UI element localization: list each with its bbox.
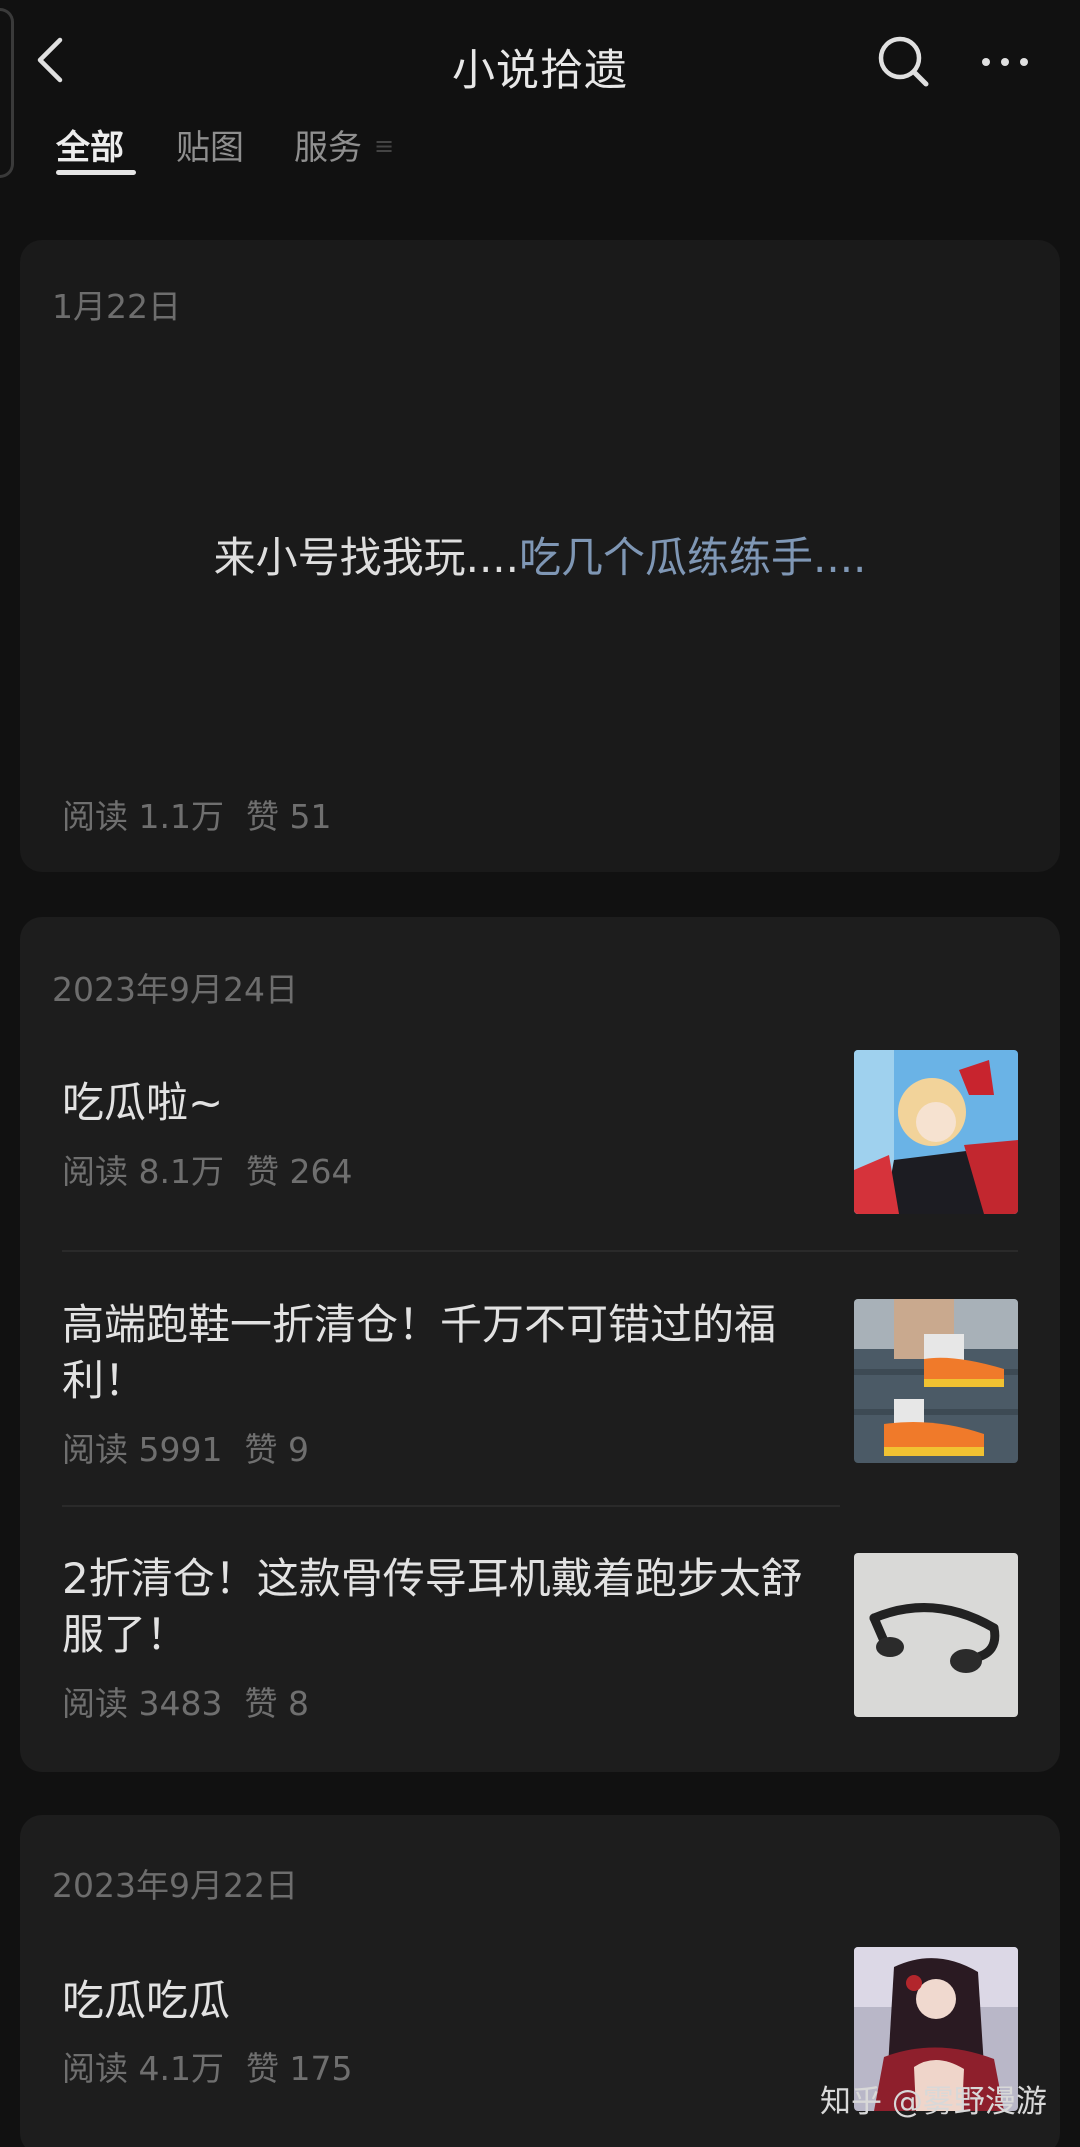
post-stats: 阅读 8.1万赞 264 bbox=[62, 1145, 352, 1193]
status-text-plain: 来小号找我玩.... bbox=[213, 533, 519, 582]
like-count: 赞 9 bbox=[244, 1430, 309, 1469]
post-card[interactable]: 1月22日 来小号找我玩....吃几个瓜练练手.... 阅读 1.1万赞 51 bbox=[20, 240, 1060, 872]
date-group-card: 2023年9月24日 吃瓜啦~ 阅读 8.1万赞 264 高端跑鞋一折清仓！千万… bbox=[20, 917, 1060, 1772]
anime-girl-image bbox=[854, 1050, 1018, 1214]
more-button[interactable] bbox=[980, 44, 1030, 80]
tab-all[interactable]: 全部 bbox=[56, 120, 136, 175]
more-horizontal-icon bbox=[982, 58, 1028, 66]
read-count: 阅读 5991 bbox=[62, 1430, 223, 1469]
read-count: 阅读 3483 bbox=[62, 1684, 223, 1723]
group-date: 2023年9月22日 bbox=[52, 1866, 298, 1905]
tab-services[interactable]: 服务 bbox=[294, 120, 362, 169]
status-text: 来小号找我玩....吃几个瓜练练手.... bbox=[20, 524, 1060, 585]
like-count: 赞 51 bbox=[245, 797, 332, 836]
post-title[interactable]: 2折清仓！这款骨传导耳机戴着跑步太舒服了！ bbox=[62, 1551, 842, 1663]
post-thumbnail[interactable] bbox=[854, 1553, 1018, 1717]
tab-all-label: 全部 bbox=[56, 128, 124, 168]
read-count: 阅读 8.1万 bbox=[62, 1152, 224, 1191]
like-count: 赞 264 bbox=[245, 1152, 353, 1191]
headphones-image bbox=[854, 1553, 1018, 1717]
post-thumbnail[interactable] bbox=[854, 1050, 1018, 1214]
search-button[interactable] bbox=[876, 34, 932, 90]
tab-images[interactable]: 贴图 bbox=[176, 120, 244, 169]
divider bbox=[62, 1505, 840, 1507]
running-shoes-image bbox=[854, 1299, 1018, 1463]
active-tab-indicator bbox=[56, 170, 136, 175]
post-title[interactable]: 吃瓜啦~ bbox=[62, 1075, 842, 1131]
like-count: 赞 8 bbox=[244, 1684, 309, 1723]
read-count: 阅读 4.1万 bbox=[62, 2049, 224, 2088]
group-date: 2023年9月24日 bbox=[52, 970, 298, 1009]
post-title[interactable]: 吃瓜吃瓜 bbox=[62, 1973, 842, 2029]
watermark: 知乎 @雾野漫游 bbox=[820, 2084, 1047, 2120]
read-count: 阅读 1.1万 bbox=[62, 797, 224, 836]
post-stats: 阅读 1.1万赞 51 bbox=[62, 790, 331, 838]
tab-menu-icon[interactable]: ≡ bbox=[374, 132, 394, 160]
post-stats: 阅读 3483 赞 8 bbox=[62, 1677, 309, 1725]
post-stats: 阅读 5991 赞 9 bbox=[62, 1423, 309, 1471]
search-icon bbox=[878, 36, 929, 87]
divider bbox=[62, 1250, 1018, 1252]
post-title[interactable]: 高端跑鞋一折清仓！千万不可错过的福利！ bbox=[62, 1297, 842, 1409]
status-text-highlight: 吃几个瓜练练手.... bbox=[519, 533, 867, 582]
app-header: 小说拾遗 bbox=[0, 0, 1080, 178]
post-thumbnail[interactable] bbox=[854, 1299, 1018, 1463]
like-count: 赞 175 bbox=[245, 2049, 353, 2088]
post-stats: 阅读 4.1万赞 175 bbox=[62, 2042, 352, 2090]
post-date: 1月22日 bbox=[52, 287, 181, 326]
